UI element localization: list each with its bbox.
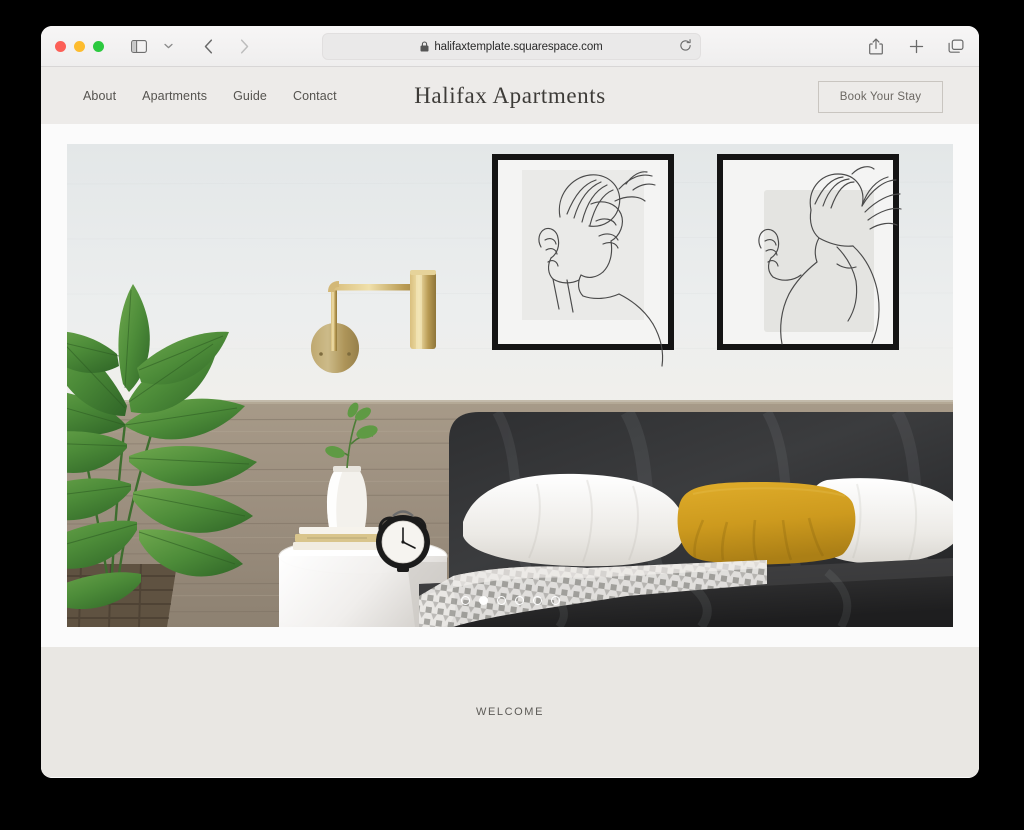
close-window-button[interactable] [55,40,66,52]
carousel-dot-6[interactable] [550,596,560,605]
new-tab-button[interactable] [903,34,929,58]
nav-item-contact[interactable]: Contact [293,89,337,103]
carousel-dot-2[interactable] [478,596,488,605]
browser-toolbar: halifaxtemplate.squarespace.com [41,26,979,67]
hero-carousel[interactable] [67,144,953,627]
web-page: About Apartments Guide Contact Halifax A… [41,67,979,778]
site-header: About Apartments Guide Contact Halifax A… [41,67,979,124]
maximize-window-button[interactable] [93,40,104,52]
plus-icon [909,39,923,53]
navigation-controls [195,34,257,58]
browser-window: halifaxtemplate.squarespace.com About Ap… [41,26,979,778]
address-bar-content: halifaxtemplate.squarespace.com [420,40,603,53]
hero-bedroom-image [67,144,953,627]
minimize-window-button[interactable] [74,40,85,52]
reload-icon [680,39,691,51]
mustard-accent-pillow [677,482,856,565]
chevron-down-icon [163,43,173,49]
address-bar[interactable]: halifaxtemplate.squarespace.com [322,33,701,60]
tabs-icon [948,39,964,53]
back-button[interactable] [195,34,221,58]
nav-item-about[interactable]: About [83,89,116,103]
welcome-label: WELCOME [475,706,545,718]
chevron-left-icon [204,38,212,54]
toolbar-actions [863,34,969,58]
show-tabs-button[interactable] [943,34,969,58]
carousel-dot-5[interactable] [532,596,542,605]
sidebar-toggle-button[interactable] [126,34,152,58]
reload-button[interactable] [679,39,692,57]
sidebar-options-button[interactable] [155,34,181,58]
window-controls [55,40,104,52]
sidebar-controls [126,34,181,58]
nav-item-guide[interactable]: Guide [233,89,267,103]
share-button[interactable] [863,34,889,58]
carousel-indicators [67,596,953,605]
chevron-right-icon [240,38,248,54]
carousel-dot-1[interactable] [460,596,470,605]
lock-icon [420,41,429,52]
hero-section [41,124,979,627]
bed [419,408,953,627]
forward-button[interactable] [231,34,257,58]
carousel-dot-4[interactable] [514,596,524,605]
address-bar-url: halifaxtemplate.squarespace.com [434,40,603,53]
sidebar-icon [131,39,147,53]
carousel-dot-3[interactable] [496,596,506,605]
book-your-stay-button[interactable]: Book Your Stay [818,81,943,113]
nav-item-apartments[interactable]: Apartments [142,89,207,103]
artwork-left [492,154,674,367]
welcome-section: WELCOME [41,647,979,777]
share-icon [869,38,883,54]
primary-navigation: About Apartments Guide Contact [83,89,337,103]
artwork-right [717,154,902,350]
